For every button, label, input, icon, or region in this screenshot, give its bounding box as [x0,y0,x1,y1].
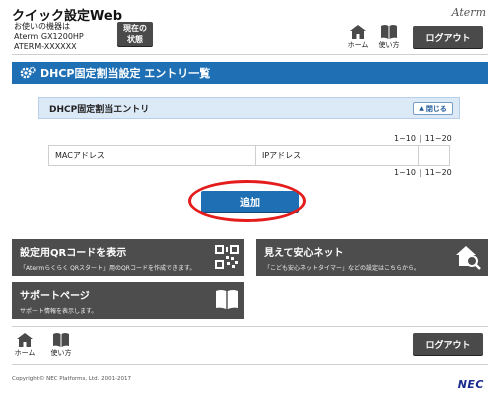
qr-code-icon [215,245,239,269]
book-icon [53,333,69,347]
pager-top: 1~10 | 11~20 [394,134,452,143]
brand-logo: Aterm [451,6,486,19]
close-label: 閉じる [425,104,447,113]
device-label: お使いの機器は [14,22,70,31]
help-label: 使い方 [378,41,400,49]
nec-logo: NEC [457,378,484,391]
column-mac: MACアドレス [48,145,256,166]
entry-table: MACアドレス IPアドレス [48,145,450,166]
pager-bottom: 1~10 | 11~20 [394,168,452,177]
page-link-1-10[interactable]: 1~10 [394,134,416,143]
table-header-row: MACアドレス IPアドレス [48,145,450,166]
gear-icon [20,66,36,79]
entry-panel-header: DHCP固定割当エントリ ▲ 閉じる [38,97,460,119]
copyright: Copyright© NEC Platforms, Ltd. 2001-2017 [12,376,132,382]
pager-separator: | [418,168,422,177]
safety-tile-desc: 「こども安心ネットタイマー」などの設定はこちらから。 [264,265,421,272]
status-button-line1: 現在の [123,24,147,33]
safety-tile-title: 見えて安心ネット [264,248,344,259]
current-status-button[interactable]: 現在の 状態 [117,22,153,46]
column-action [418,145,450,166]
close-panel-button[interactable]: ▲ 閉じる [413,102,453,115]
highlight-circle [188,180,306,222]
header-divider [12,54,488,55]
panel-title: DHCP固定割当エントリ [49,104,150,115]
footer-bottom-divider [12,364,488,365]
home-icon [350,25,366,39]
support-tile-title: サポートページ [20,291,90,302]
pager-separator: | [418,134,422,143]
support-tile-desc: サポート情報を表示します。 [20,308,98,315]
book-icon [381,25,397,39]
footer-divider [12,326,488,327]
page-link-11-20[interactable]: 11~20 [425,168,452,177]
page-link-11-20[interactable]: 11~20 [425,134,452,143]
support-tile[interactable]: サポートページ サポート情報を表示します。 [12,282,244,319]
column-ip: IPアドレス [255,145,419,166]
page-link-1-10[interactable]: 1~10 [394,168,416,177]
footer-help-nav[interactable]: 使い方 [48,332,74,358]
footer-help-label: 使い方 [50,349,72,357]
home-icon [17,333,33,347]
qr-tile-title: 設定用QRコードを表示 [20,248,127,259]
safety-net-tile[interactable]: 見えて安心ネット 「こども安心ネットタイマー」などの設定はこちらから。 [256,239,488,276]
help-nav[interactable]: 使い方 [376,24,402,50]
qr-tile-desc: 「Atermらくらく QRスタート」用のQRコードを作成できます。 [20,265,196,272]
footer-logout-button[interactable]: ログアウト [413,333,483,355]
footer-home-nav[interactable]: ホーム [12,332,38,358]
chevron-up-icon: ▲ [419,105,424,112]
device-info: お使いの機器は Aterm GX1200HP ATERM-XXXXXX [14,22,84,52]
house-magnifier-icon [456,246,481,270]
home-label: ホーム [347,41,369,49]
page-title-banner: DHCP固定割当設定 エントリ一覧 [12,62,488,84]
device-model: Aterm GX1200HP [14,32,84,41]
home-nav[interactable]: ホーム [345,24,371,50]
footer-home-label: ホーム [14,349,36,357]
book-icon [216,290,238,309]
logout-button[interactable]: ログアウト [413,26,483,48]
page-title: DHCP固定割当設定 エントリ一覧 [40,67,211,80]
status-button-line2: 状態 [127,35,143,44]
qr-code-tile[interactable]: 設定用QRコードを表示 「Atermらくらく QRスタート」用のQRコードを作成… [12,239,244,276]
device-id: ATERM-XXXXXX [14,42,77,51]
